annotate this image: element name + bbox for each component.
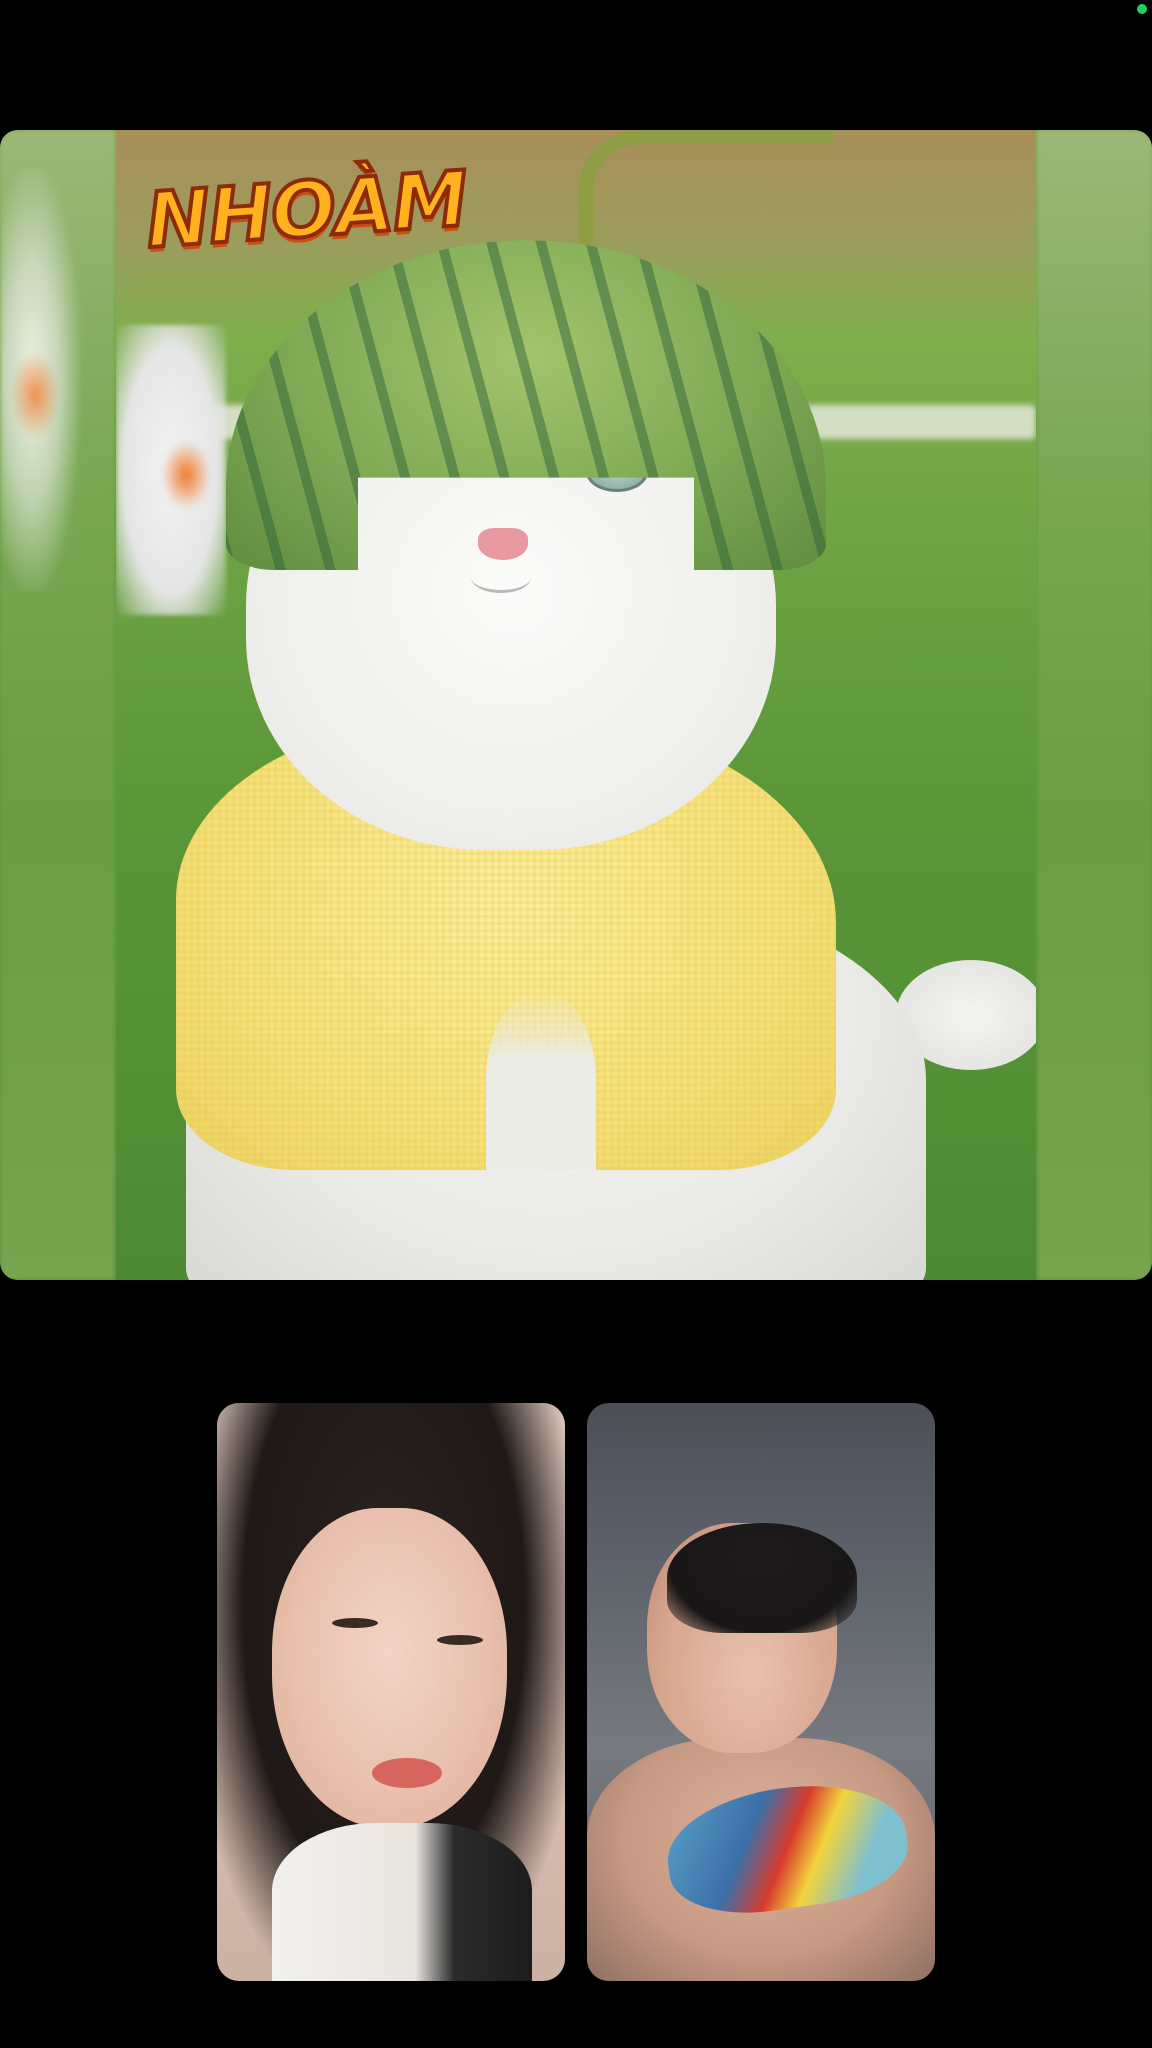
participant-1-shirt <box>272 1823 532 1981</box>
participant-1-eye-left <box>332 1618 378 1628</box>
channel-logo: NHOÀM <box>141 152 472 267</box>
recording-indicator-dot <box>1137 4 1147 14</box>
blurred-background-right <box>1037 130 1152 1280</box>
participant-2-hair <box>667 1523 857 1633</box>
watermelon-stem <box>579 130 833 269</box>
shared-video-content: NHOÀM <box>116 130 1036 1280</box>
participant-1-lips <box>372 1758 442 1788</box>
shared-video-frame[interactable]: NHOÀM <box>0 130 1152 1280</box>
participant-tile-1[interactable] <box>217 1403 565 1981</box>
cat-nose <box>478 528 528 560</box>
participant-1-eye-right <box>437 1635 483 1645</box>
participant-tile-2[interactable] <box>587 1403 935 1981</box>
cat-mouth <box>471 562 531 593</box>
blurred-background-left <box>0 130 115 1280</box>
cat-chest <box>486 990 596 1170</box>
background-object-accent <box>161 440 211 510</box>
